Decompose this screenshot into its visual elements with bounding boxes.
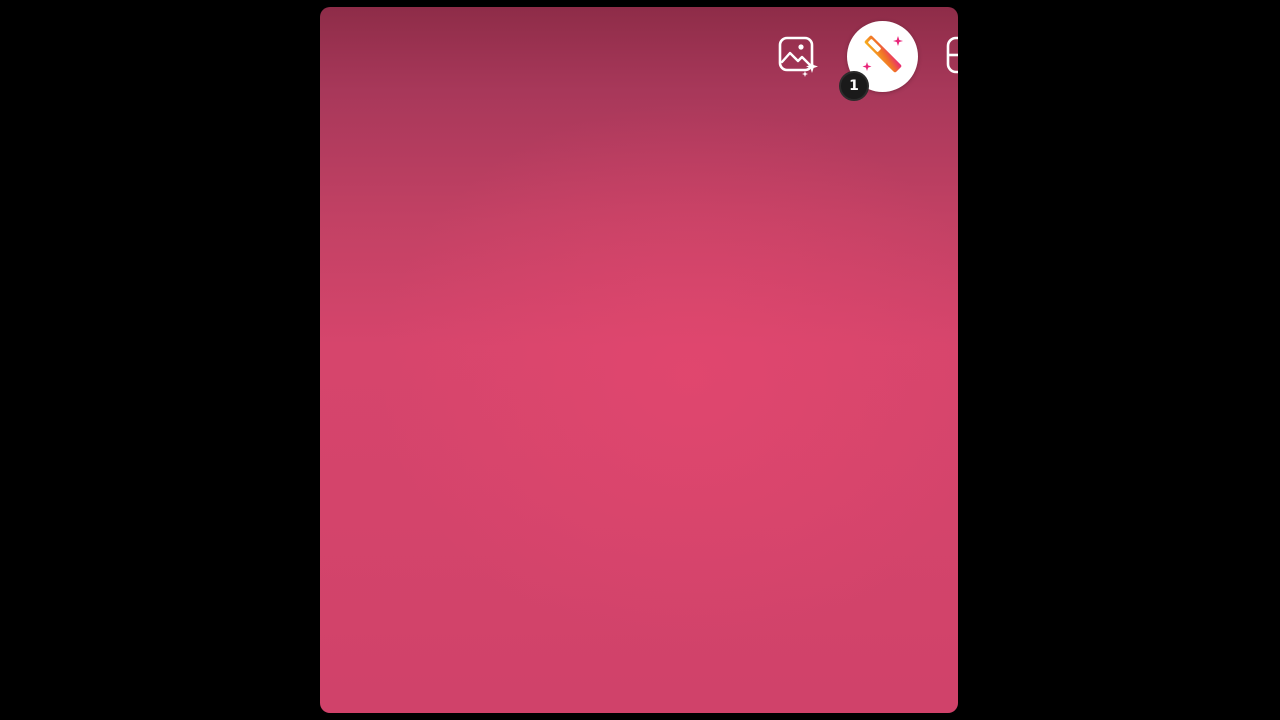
partial-toolbar-icon [944, 36, 958, 80]
photo-sparkle-icon [776, 34, 820, 83]
badge-count: 1 [849, 78, 859, 94]
app-stage: 1 [0, 0, 1280, 720]
next-tool-button[interactable] [944, 36, 958, 80]
photo-sparkle-button[interactable] [776, 36, 820, 80]
magic-wand-badge: 1 [839, 71, 869, 101]
story-canvas[interactable] [320, 7, 958, 713]
